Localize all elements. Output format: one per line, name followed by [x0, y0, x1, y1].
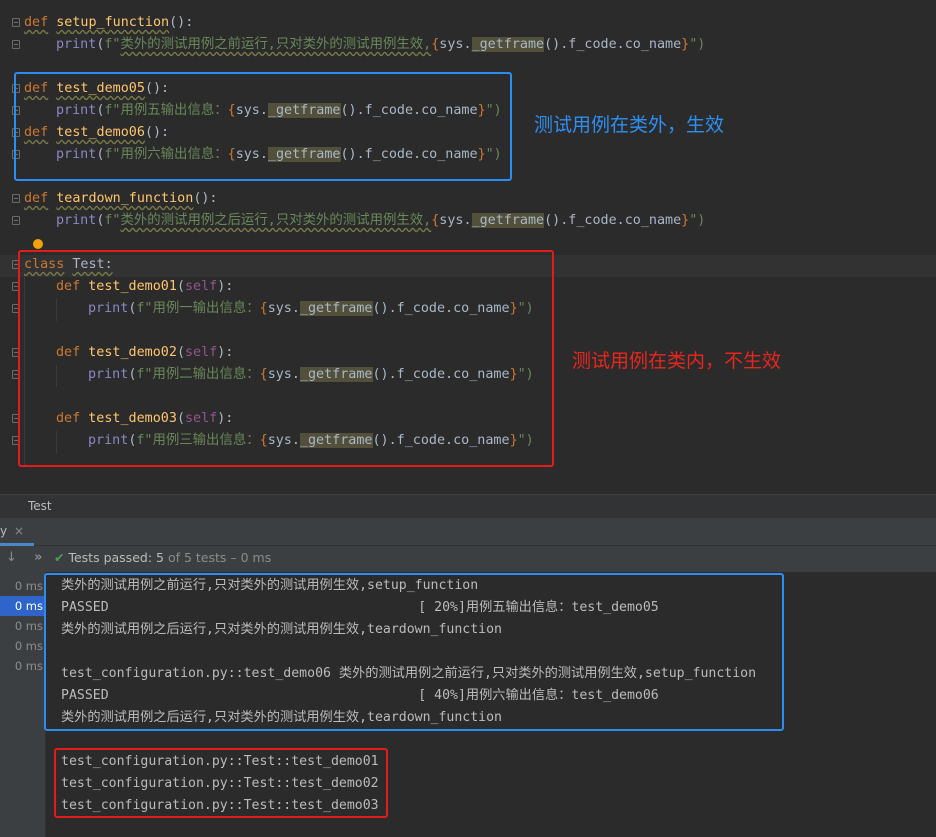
tab-run[interactable]: y ×	[0, 518, 34, 546]
tab-run-label: y	[0, 524, 8, 538]
fstring-brace: }	[681, 37, 690, 52]
close-icon[interactable]: ×	[14, 524, 24, 538]
punctuation: ():	[193, 191, 218, 206]
annotation-box-blue	[14, 72, 512, 181]
method-name: _getframe	[471, 213, 545, 228]
annotation-box-red-console	[54, 748, 388, 818]
breadcrumb[interactable]: Test	[0, 494, 936, 518]
chevrons-icon[interactable]: »	[34, 550, 42, 565]
ide-window: def setup_function(): print(f"类外的测试用例之前运…	[0, 0, 936, 837]
builtin-print: print	[56, 213, 97, 228]
fold-marker-icon[interactable]	[12, 18, 20, 27]
run-toolbar: ↓ » ✔ Tests passed: 5 of 5 tests – 0 ms	[0, 546, 936, 572]
arrow-down-icon[interactable]: ↓	[6, 550, 17, 565]
tree-item-duration[interactable]: 0 ms	[0, 576, 46, 596]
code-line-print[interactable]: print(f"类外的测试用例之后运行,只对类外的测试用例生效,{sys._ge…	[56, 210, 705, 232]
tree-item-duration[interactable]: 0 ms	[0, 596, 46, 616]
code-line-def-teardown-function[interactable]: def teardown_function():	[24, 188, 218, 210]
code-editor[interactable]: def setup_function(): print(f"类外的测试用例之前运…	[0, 0, 936, 494]
string-prefix: f"	[104, 213, 121, 228]
fold-marker-icon[interactable]	[12, 216, 20, 225]
string-literal: 类外的测试用例之前运行,只对类外的测试用例生效,	[120, 37, 432, 52]
annotation-note-red: 测试用例在类内，不生效	[572, 350, 782, 372]
tree-item-duration[interactable]: 0 ms	[0, 656, 46, 676]
attribute-chain: ().f_code.co_name	[544, 213, 682, 228]
string-close: ")	[689, 213, 706, 228]
annotation-box-red	[18, 250, 554, 467]
console-output[interactable]: 类外的测试用例之前运行,只对类外的测试用例生效,setup_function P…	[44, 572, 936, 837]
function-name: setup_function	[56, 15, 170, 30]
breadcrumb-item[interactable]: Test	[28, 499, 52, 513]
string-prefix: f"	[104, 37, 121, 52]
lightbulb-icon[interactable]	[33, 239, 43, 249]
string-close: ")	[689, 37, 706, 52]
method-name: _getframe	[471, 37, 545, 52]
passed-count: 5	[156, 550, 164, 565]
fold-marker-icon[interactable]	[12, 40, 20, 49]
keyword: def	[24, 191, 49, 206]
tree-item-duration[interactable]: 0 ms	[0, 636, 46, 656]
module-name: sys.	[439, 213, 472, 228]
test-tree[interactable]: 0 ms 0 ms 0 ms 0 ms 0 ms	[0, 572, 46, 837]
module-name: sys.	[439, 37, 472, 52]
fstring-brace: }	[681, 213, 690, 228]
attribute-chain: ().f_code.co_name	[544, 37, 682, 52]
code-line-print[interactable]: print(f"类外的测试用例之前运行,只对类外的测试用例生效,{sys._ge…	[56, 34, 705, 56]
function-name: teardown_function	[56, 191, 194, 206]
builtin-print: print	[56, 37, 97, 52]
string-literal: 类外的测试用例之后运行,只对类外的测试用例生效,	[120, 213, 432, 228]
annotation-note-blue: 测试用例在类外，生效	[534, 114, 725, 136]
code-line-def-setup-function[interactable]: def setup_function():	[24, 12, 193, 34]
status-prefix: Tests passed:	[68, 550, 153, 565]
punctuation: ():	[169, 15, 194, 30]
keyword: def	[24, 15, 49, 30]
fold-marker-icon[interactable]	[12, 194, 20, 203]
test-status: ✔ Tests passed: 5 of 5 tests – 0 ms	[54, 550, 271, 565]
run-tab-bar: y ×	[0, 518, 936, 546]
status-suffix: of 5 tests – 0 ms	[167, 550, 272, 565]
annotation-box-blue-console	[44, 573, 784, 731]
tree-item-duration[interactable]: 0 ms	[0, 616, 46, 636]
check-icon: ✔	[54, 550, 65, 565]
